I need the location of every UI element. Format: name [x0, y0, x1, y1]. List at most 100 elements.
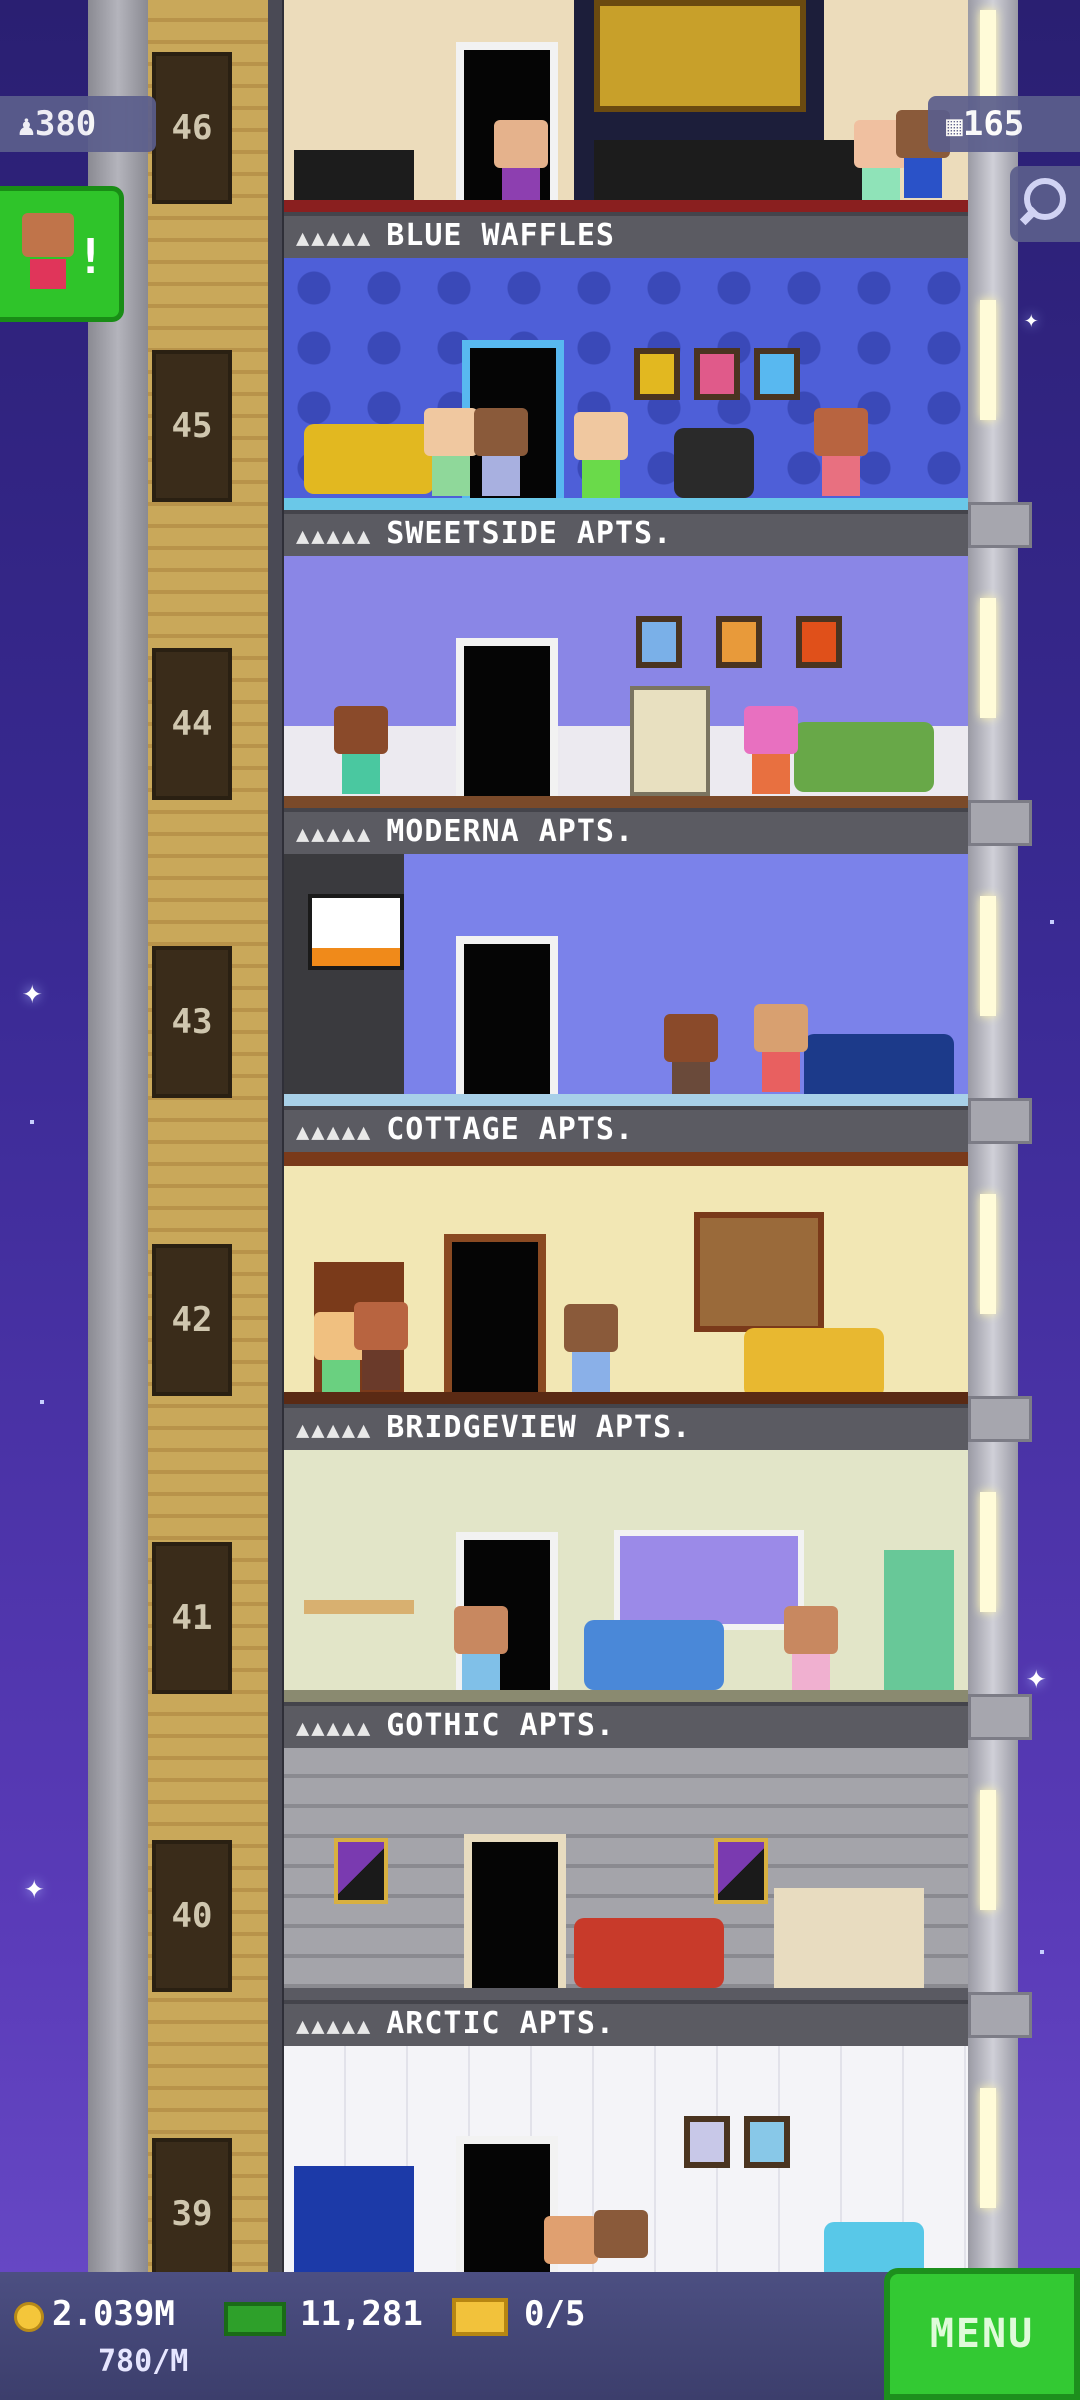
- resident[interactable]: [494, 120, 548, 208]
- coin-icon: [14, 2302, 44, 2332]
- floor-sign: ▲▲▲▲▲ BRIDGEVIEW APTS.: [284, 1404, 968, 1450]
- vip-ticket-icon: [452, 2298, 508, 2336]
- floors-value: 165: [962, 104, 1025, 144]
- floors-counter[interactable]: ▦165: [928, 96, 1080, 152]
- floor-39[interactable]: [284, 2046, 968, 2272]
- tower-ledge: [968, 1694, 1032, 1740]
- exclamation-icon: !: [76, 229, 105, 285]
- door[interactable]: [456, 638, 558, 816]
- couch: [294, 150, 414, 200]
- picture-frame: [636, 616, 682, 668]
- resident[interactable]: [594, 2210, 648, 2258]
- sofa: [304, 424, 434, 494]
- floor-name: BRIDGEVIEW APTS.: [386, 1410, 692, 1445]
- notification-avatar-body: [30, 259, 66, 289]
- picture-frame: [796, 616, 842, 668]
- floor-sign: ▲▲▲▲▲ COTTAGE APTS.: [284, 1106, 968, 1152]
- floor-stars-icon: ▲▲▲▲▲: [296, 822, 373, 847]
- coins-value[interactable]: 2.039M: [52, 2294, 175, 2334]
- floor-40[interactable]: ▲▲▲▲▲ ARCTIC APTS.: [284, 1748, 968, 2046]
- couch: [594, 140, 894, 200]
- elevator-floor-number[interactable]: 41: [152, 1542, 232, 1694]
- floor-name: ARCTIC APTS.: [386, 2006, 615, 2041]
- floor-sign: ▲▲▲▲▲ ARCTIC APTS.: [284, 2000, 968, 2046]
- elevator-floor-number[interactable]: 44: [152, 648, 232, 800]
- floor-41[interactable]: ▲▲▲▲▲ GOTHIC APTS.: [284, 1450, 968, 1748]
- resident[interactable]: [754, 1004, 808, 1092]
- armchair: [674, 428, 754, 498]
- tower-window: [980, 598, 996, 718]
- floor-name: SWEETSIDE APTS.: [386, 516, 673, 551]
- resident[interactable]: [424, 408, 478, 496]
- picture-frame: [754, 348, 800, 400]
- wall-art: [308, 894, 404, 970]
- notification-button[interactable]: !: [0, 186, 124, 322]
- door[interactable]: [444, 1234, 546, 1412]
- door[interactable]: [464, 1834, 566, 2012]
- resident[interactable]: [784, 1606, 838, 1694]
- elevator-floor-number[interactable]: 46: [152, 52, 232, 204]
- sofa: [744, 1328, 884, 1398]
- window: [614, 1530, 804, 1630]
- floor-sign: ▲▲▲▲▲ BLUE WAFFLES: [284, 212, 968, 258]
- elevator-floor-number[interactable]: 42: [152, 1244, 232, 1396]
- population-value: 380: [34, 104, 97, 144]
- heraldic-shield: [714, 1838, 768, 1904]
- picture-frame: [634, 348, 680, 400]
- floor-stars-icon: ▲▲▲▲▲: [296, 2014, 373, 2039]
- elevator-floor-number[interactable]: 39: [152, 2138, 232, 2290]
- star-decoration: ✦: [22, 972, 43, 1012]
- tower-window: [980, 1492, 996, 1612]
- bed: [594, 0, 806, 112]
- search-button[interactable]: [1010, 166, 1080, 242]
- menu-button[interactable]: MENU: [884, 2268, 1080, 2400]
- resident[interactable]: [664, 1014, 718, 1102]
- fridge: [884, 1550, 954, 1690]
- picture-frame: [744, 2116, 790, 2168]
- door[interactable]: [456, 936, 558, 1114]
- population-icon: ♟: [18, 109, 35, 142]
- resident[interactable]: [334, 706, 388, 794]
- floor-stars-icon: ▲▲▲▲▲: [296, 1716, 373, 1741]
- resident[interactable]: [574, 412, 628, 500]
- tower-ledge: [968, 1992, 1032, 2038]
- resident[interactable]: [354, 1302, 408, 1390]
- fireplace: [774, 1888, 924, 1988]
- tower-ledge: [968, 800, 1032, 846]
- armchair: [824, 2222, 924, 2272]
- vip-ticket-value[interactable]: 0/5: [524, 2294, 585, 2334]
- floor-43[interactable]: ▲▲▲▲▲ COTTAGE APTS.: [284, 854, 968, 1152]
- floor-42[interactable]: ▲▲▲▲▲ BRIDGEVIEW APTS.: [284, 1152, 968, 1450]
- tower-wall-left: [88, 0, 148, 2272]
- elevator-floor-number[interactable]: 40: [152, 1840, 232, 1992]
- elevator-floor-number[interactable]: 43: [152, 946, 232, 1098]
- star-dot: [40, 1400, 44, 1404]
- cabinet: [294, 2166, 414, 2272]
- resident[interactable]: [454, 1606, 508, 1694]
- sofa: [574, 1918, 724, 1988]
- door[interactable]: [456, 2136, 558, 2272]
- notification-icon: [22, 213, 74, 257]
- star-dot: [30, 1120, 34, 1124]
- population-counter[interactable]: ♟380: [0, 96, 156, 152]
- floor-44[interactable]: ▲▲▲▲▲ MODERNA APTS.: [284, 556, 968, 854]
- tower-window: [980, 2088, 996, 2208]
- floor-45[interactable]: ▲▲▲▲▲ SWEETSIDE APTS.: [284, 258, 968, 556]
- resident[interactable]: [744, 706, 798, 794]
- tower-window: [980, 300, 996, 420]
- coin-rate: 780/M: [98, 2344, 189, 2379]
- resident[interactable]: [814, 408, 868, 496]
- resident[interactable]: [544, 2216, 598, 2264]
- elevator-floor-number[interactable]: 45: [152, 350, 232, 502]
- picture-frame: [684, 2116, 730, 2168]
- bux-value[interactable]: 11,281: [300, 2294, 423, 2334]
- tower: 46 45 44 43 42 41 40 39 ▲▲▲▲▲ BLUE WAFFLE…: [88, 0, 1032, 2290]
- dining-table: [304, 1600, 414, 1614]
- floor-stars-icon: ▲▲▲▲▲: [296, 226, 373, 251]
- elevator-rail: [268, 0, 282, 2272]
- star-dot: [1040, 1950, 1044, 1954]
- resident[interactable]: [474, 408, 528, 496]
- floor-46[interactable]: ▲▲▲▲▲ BLUE WAFFLES: [284, 0, 968, 258]
- star-dot: [1050, 920, 1054, 924]
- resident[interactable]: [564, 1304, 618, 1392]
